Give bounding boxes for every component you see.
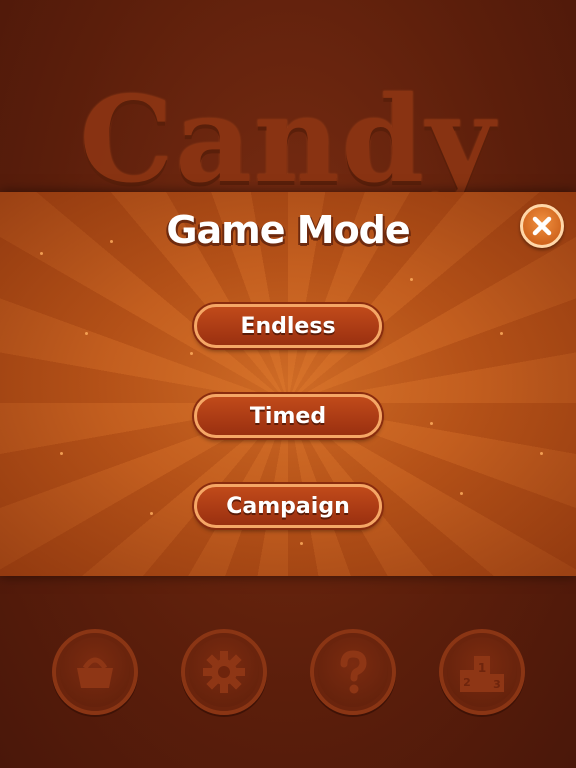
gear-icon — [202, 651, 245, 693]
sparkle — [85, 332, 88, 335]
shop-button[interactable] — [51, 629, 138, 715]
leaderboard-button[interactable]: 1 2 3 — [438, 629, 525, 715]
sparkle — [500, 332, 503, 335]
dialog-title: Game Mode — [166, 208, 410, 252]
podium-icon: 1 2 3 — [459, 656, 504, 692]
sparkle — [300, 542, 303, 545]
close-button[interactable] — [520, 204, 564, 248]
svg-text:3: 3 — [493, 678, 501, 691]
svg-text:1: 1 — [477, 661, 485, 675]
sparkle — [40, 252, 43, 255]
close-icon — [532, 216, 552, 236]
sparkle — [150, 512, 153, 515]
sparkle — [410, 278, 413, 281]
help-icon — [340, 650, 367, 694]
sparkle — [430, 422, 433, 425]
timed-mode-button[interactable]: Timed — [194, 394, 382, 438]
campaign-mode-button[interactable]: Campaign — [194, 484, 382, 528]
sparkle — [540, 452, 543, 455]
game-mode-dialog: Game Mode Endless Timed Campaign — [0, 192, 576, 576]
basket-icon — [76, 657, 113, 688]
settings-button[interactable] — [180, 629, 267, 715]
sparkle — [190, 352, 193, 355]
svg-text:2: 2 — [463, 676, 471, 689]
sparkle — [60, 452, 63, 455]
background-game-logo: Candy — [79, 70, 497, 209]
bottom-nav: 1 2 3 — [0, 576, 576, 768]
sparkle — [460, 492, 463, 495]
endless-mode-button[interactable]: Endless — [194, 304, 382, 348]
help-button[interactable] — [309, 629, 396, 715]
